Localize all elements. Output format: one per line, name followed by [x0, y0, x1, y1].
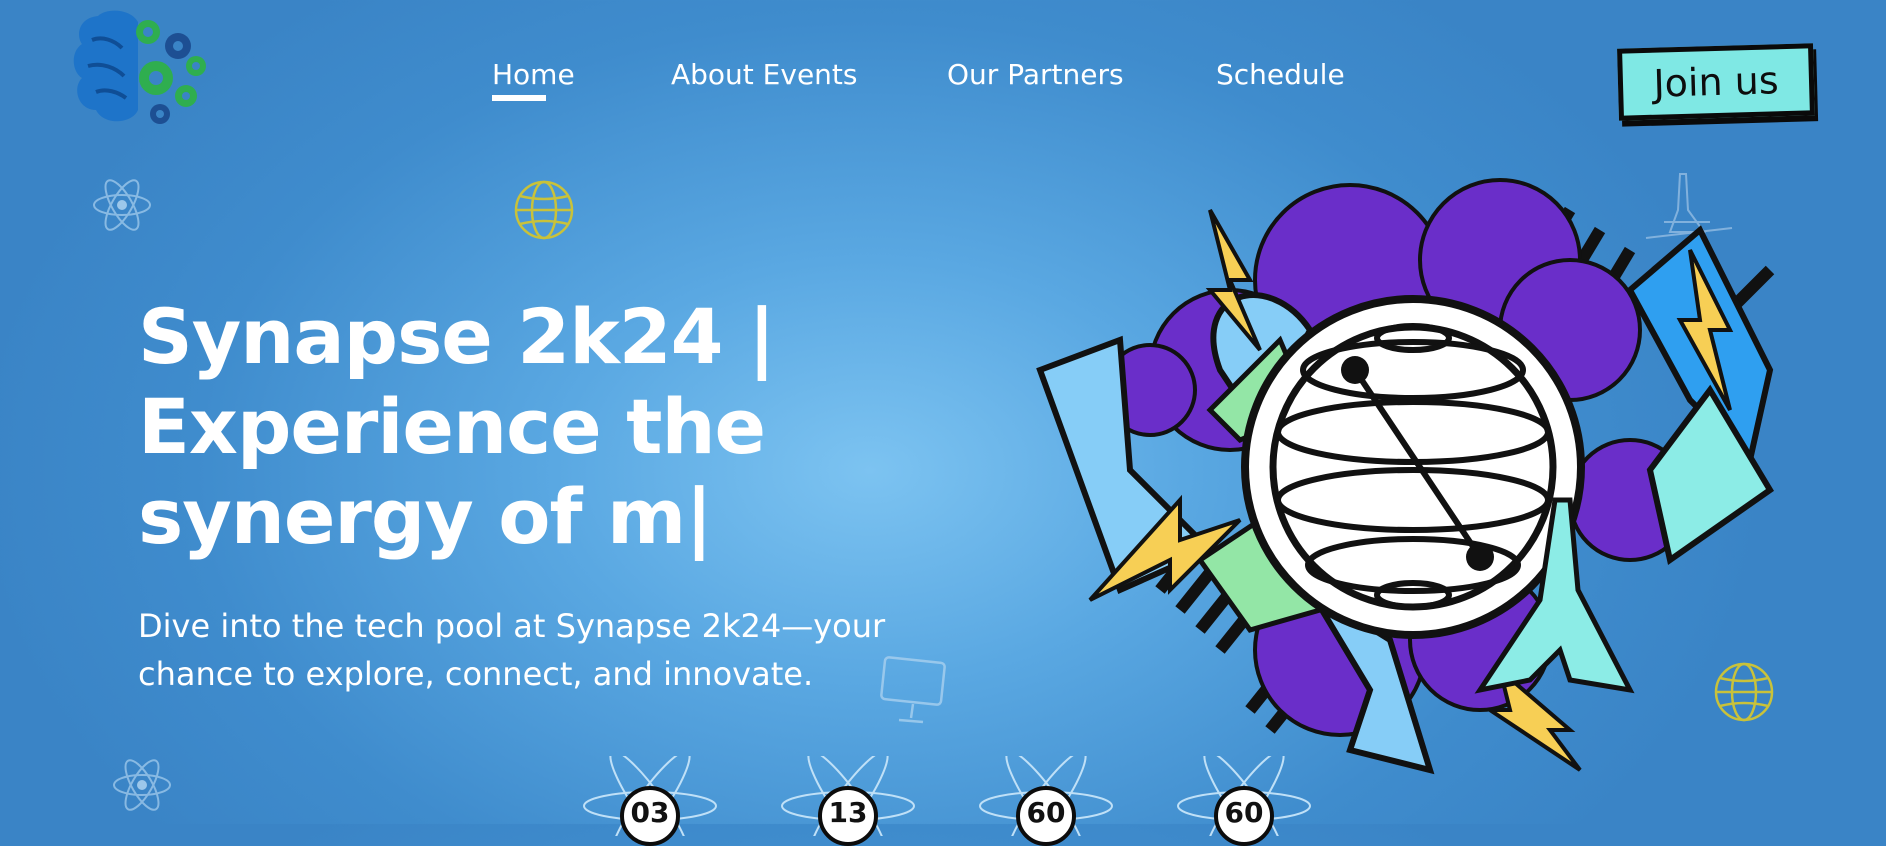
hero-title-line: Experience the	[138, 382, 766, 471]
nav-home[interactable]: Home	[492, 58, 575, 101]
globe-arrows-illustration	[1036, 178, 1775, 775]
hero-subtitle-line: Dive into the tech pool at Synapse 2k24—…	[138, 607, 886, 645]
nav-about-events[interactable]: About Events	[671, 58, 857, 91]
hero-subtitle-line: chance to explore, connect, and innovate…	[138, 655, 814, 693]
globe-icon	[514, 180, 574, 240]
hero-title-line: synergy of m|	[138, 472, 713, 561]
hero-title: Synapse 2k24 | Experience the synergy of…	[138, 292, 858, 562]
atom-icon	[93, 179, 151, 231]
countdown-item: 60	[976, 756, 1116, 846]
hero-subtitle: Dive into the tech pool at Synapse 2k24—…	[138, 602, 938, 698]
nav-schedule[interactable]: Schedule	[1216, 58, 1345, 91]
countdown-item: 13	[778, 756, 918, 846]
countdown-value: 03	[620, 786, 680, 846]
join-us-button[interactable]: Join us	[1617, 43, 1815, 121]
atom-icon	[113, 759, 171, 811]
countdown-value: 60	[1214, 786, 1274, 846]
countdown-value: 60	[1016, 786, 1076, 846]
hero-title-line: Synapse 2k24 |	[138, 292, 776, 381]
nav-our-partners[interactable]: Our Partners	[947, 58, 1124, 91]
countdown-item: 60	[1174, 756, 1314, 846]
countdown-value: 13	[818, 786, 878, 846]
countdown-item: 03	[580, 756, 720, 846]
brain-gears-logo[interactable]	[68, 6, 218, 136]
